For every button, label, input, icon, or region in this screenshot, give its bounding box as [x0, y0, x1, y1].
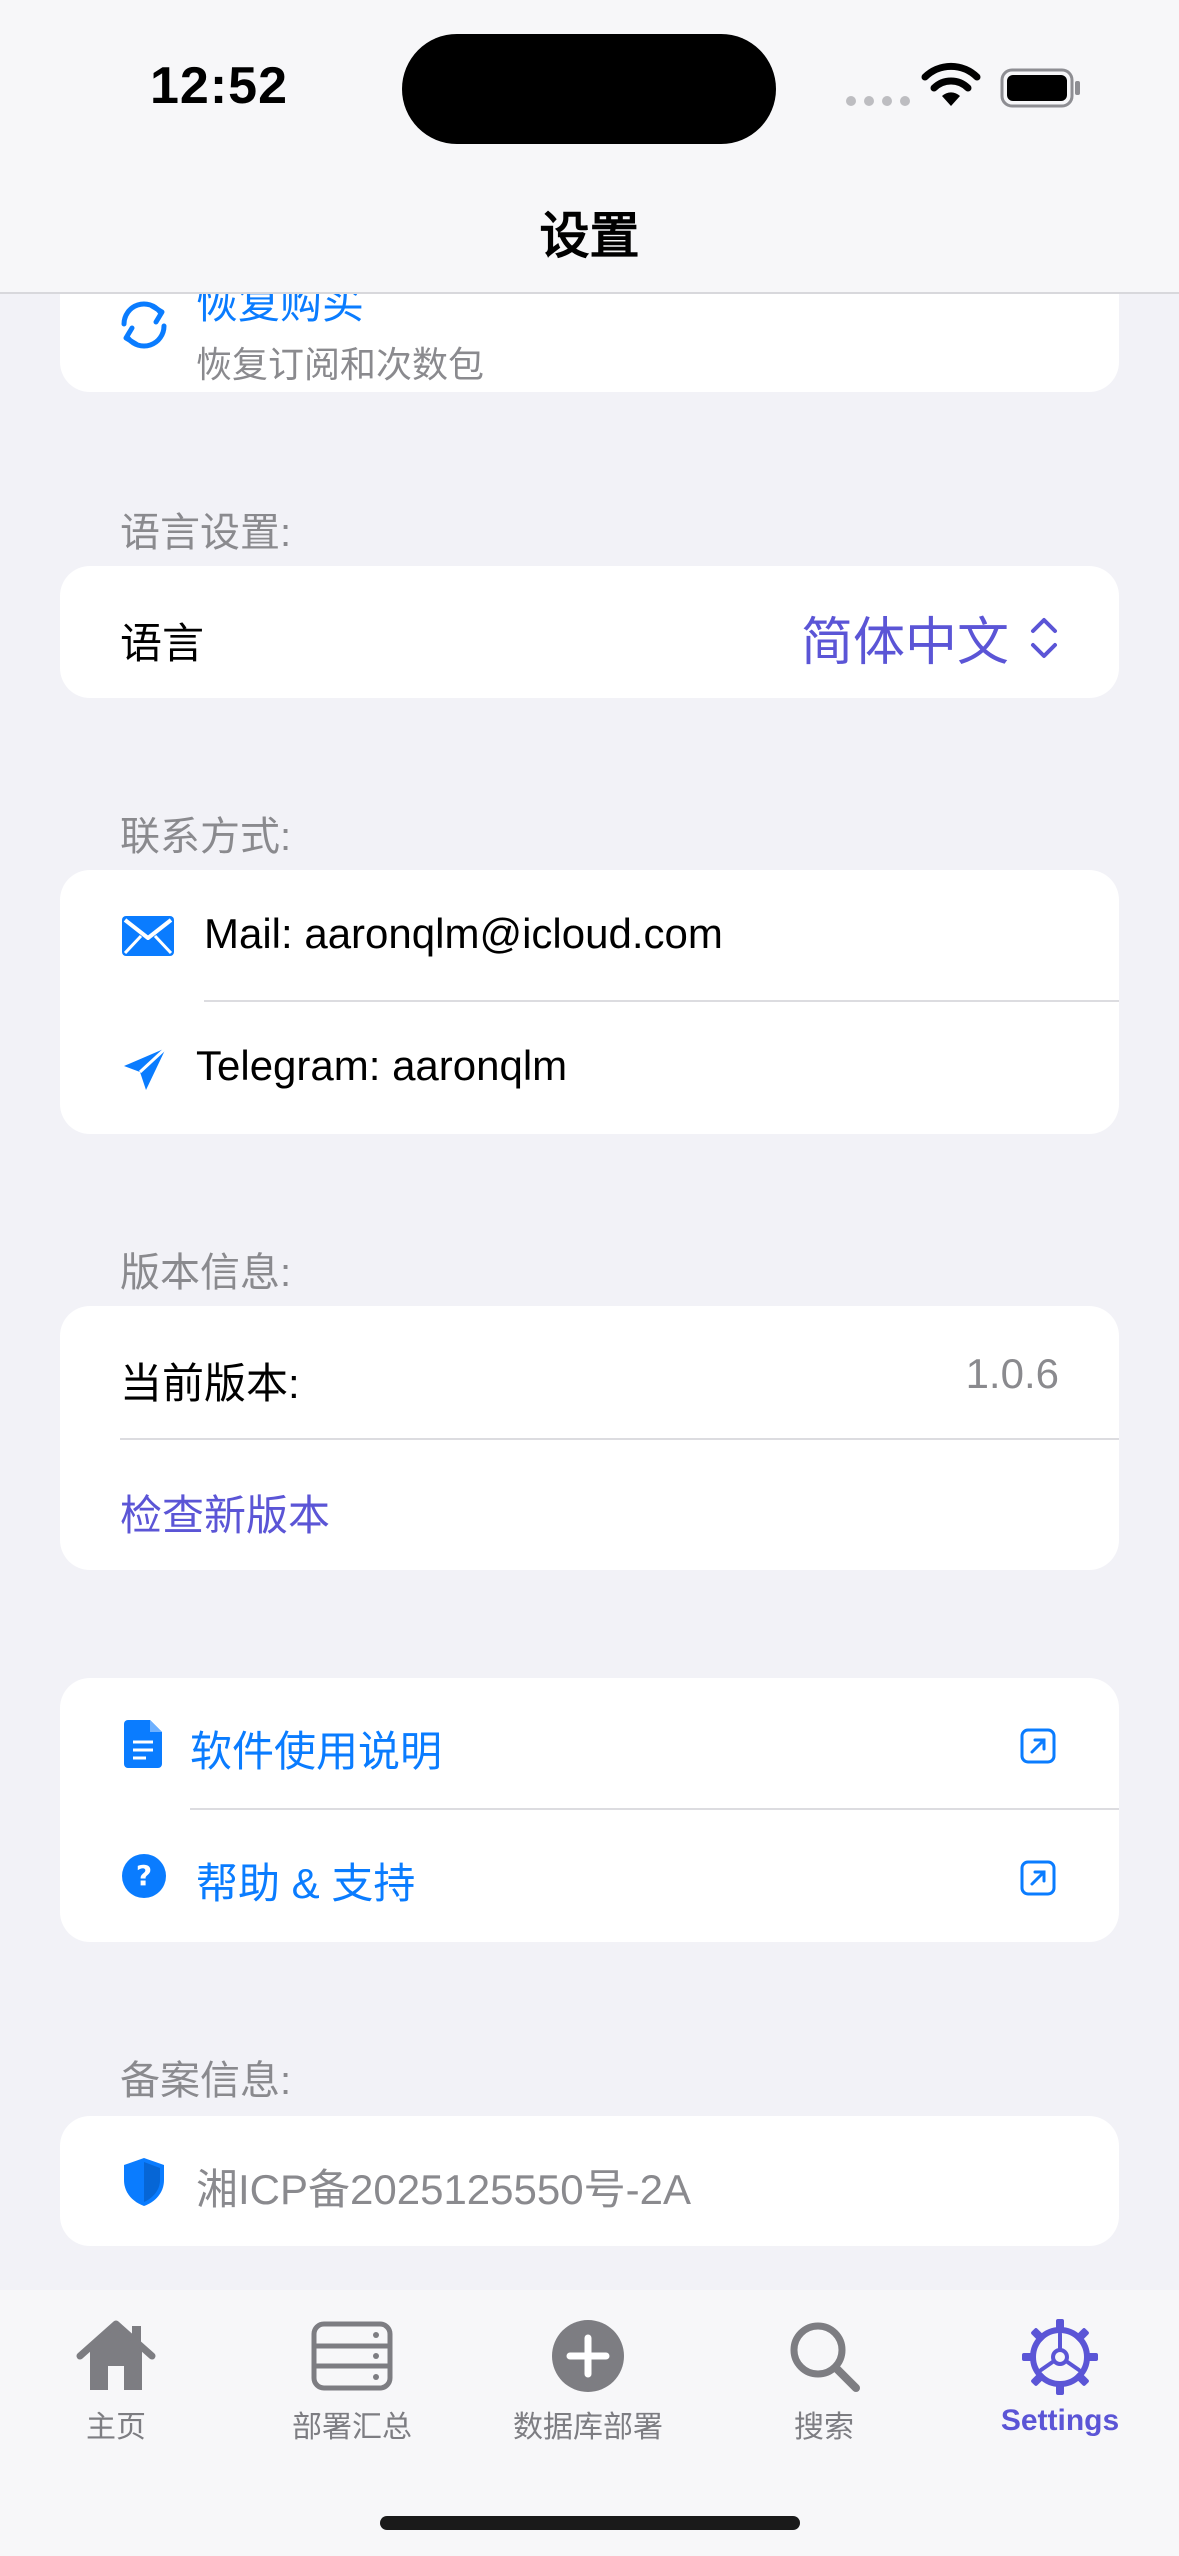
language-picker[interactable]: 简体中文	[801, 600, 1059, 675]
question-circle-icon: ?	[122, 1854, 166, 1898]
gear-icon	[940, 2318, 1179, 2396]
plus-circle-icon	[468, 2318, 708, 2394]
telegram-row[interactable]: Telegram: aaronqlm	[60, 1002, 1119, 1134]
tab-label: Settings	[1000, 2404, 1120, 2437]
envelope-icon	[122, 916, 174, 956]
home-indicator	[380, 2516, 800, 2530]
tab-label: 数据库部署	[513, 2411, 663, 2444]
language-value: 简体中文	[800, 614, 1009, 672]
svg-text:?: ?	[136, 1859, 152, 1892]
language-label: 语言	[120, 620, 205, 667]
paperplane-icon	[120, 1044, 170, 1094]
manual-link-label: 软件使用说明	[190, 1728, 443, 1775]
external-link-icon	[1020, 1728, 1056, 1764]
current-version-label: 当前版本:	[120, 1360, 300, 1407]
mail-address: Mail: aaronqlm@icloud.com	[204, 910, 723, 957]
external-link-icon	[1020, 1860, 1056, 1896]
shield-icon	[124, 2158, 164, 2206]
contact-card: Mail: aaronqlm@icloud.com Telegram: aaro…	[60, 870, 1119, 1134]
wifi-icon	[920, 62, 982, 108]
tab-settings[interactable]: Settings	[940, 2318, 1179, 2438]
version-card: 当前版本: 1.0.6 检查新版本	[60, 1306, 1119, 1570]
house-icon	[0, 2318, 236, 2394]
current-version-value: 1.0.6	[965, 1350, 1059, 1397]
help-link-label: 帮助 & 支持	[196, 1860, 416, 1907]
tab-deployment-summary[interactable]: 部署汇总	[232, 2318, 472, 2446]
status-time: 12:52	[150, 57, 288, 115]
tab-search[interactable]: 搜索	[704, 2318, 944, 2446]
icp-filing-number: 湘ICP备2025125550号-2A	[196, 2166, 691, 2213]
tab-label: 主页	[86, 2411, 146, 2444]
links-card: 软件使用说明 ? 帮助 & 支持	[60, 1678, 1119, 1942]
contact-section-header: 联系方式:	[120, 815, 292, 859]
document-icon	[124, 1720, 162, 1768]
restore-purchase-subtitle: 恢复订阅和次数包	[196, 344, 485, 385]
version-section-header: 版本信息:	[120, 1251, 292, 1295]
dynamic-island	[402, 34, 776, 144]
filing-section-header: 备案信息:	[120, 2059, 292, 2103]
language-card: 语言 简体中文	[60, 566, 1119, 698]
mail-row[interactable]: Mail: aaronqlm@icloud.com	[60, 870, 1119, 1000]
divider	[120, 1438, 1119, 1440]
tab-home[interactable]: 主页	[0, 2318, 236, 2446]
tab-label: 部署汇总	[292, 2411, 412, 2444]
page-title: 设置	[539, 208, 640, 264]
tab-label: 搜索	[794, 2411, 854, 2444]
magnifying-glass-icon	[704, 2318, 944, 2394]
server-icon	[232, 2318, 472, 2394]
chevron-up-down-icon	[1029, 615, 1059, 661]
telegram-handle: Telegram: aaronqlm	[196, 1042, 568, 1089]
arrow-circle-icon	[116, 300, 172, 350]
check-update-button[interactable]: 检查新版本	[120, 1482, 330, 1543]
filing-card[interactable]: 湘ICP备2025125550号-2A	[60, 2116, 1119, 2246]
manual-link-row[interactable]: 软件使用说明	[60, 1678, 1119, 1808]
cellular-signal-icon	[846, 96, 910, 106]
battery-icon	[1000, 68, 1082, 108]
tab-database-deployment[interactable]: 数据库部署	[468, 2318, 708, 2446]
help-link-row[interactable]: ? 帮助 & 支持	[60, 1810, 1119, 1942]
language-section-header: 语言设置:	[120, 511, 292, 555]
top-bar: 12:52 设置	[0, 0, 1179, 294]
